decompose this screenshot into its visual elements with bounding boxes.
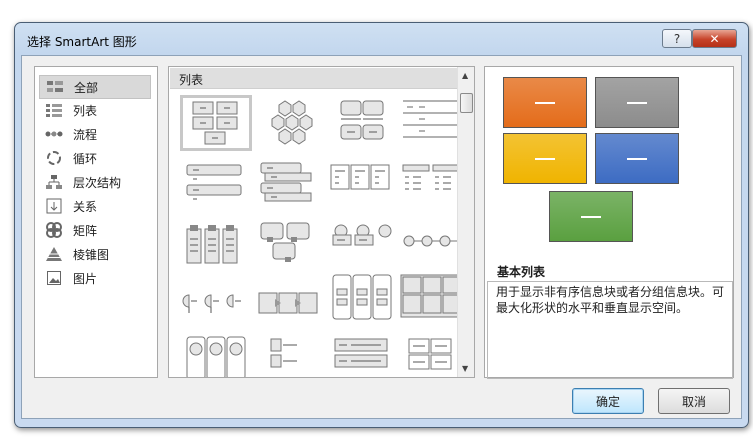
category-item-matrix[interactable]: 矩阵 (39, 219, 149, 241)
ok-button[interactable]: 确定 (572, 388, 644, 414)
all-icon (46, 79, 64, 95)
layout-gallery: 列表 ▲ ▼ (168, 66, 475, 378)
layout-picture-caption-list[interactable] (255, 219, 323, 271)
category-list: 全部 列表 流程 循环 层次结构 关系 矩阵 棱锥图 图片 (34, 66, 158, 378)
layout-stacked-boxes[interactable] (329, 97, 397, 149)
category-label: 层次结构 (73, 175, 122, 190)
cancel-button[interactable]: 取消 (658, 388, 730, 414)
layout-circle-picture-list[interactable] (181, 335, 249, 377)
matrix-icon (45, 222, 63, 238)
help-button[interactable]: ? (662, 29, 692, 48)
layout-arrow-process-list[interactable] (255, 279, 323, 331)
pyramid-icon (45, 246, 63, 262)
category-item-list[interactable]: 列表 (39, 99, 149, 121)
layout-stacked-list[interactable] (255, 159, 323, 211)
process-icon (45, 126, 63, 142)
layout-hexagon-cluster[interactable] (259, 97, 327, 149)
category-item-hierarchy[interactable]: 层次结构 (39, 171, 149, 193)
category-label: 流程 (73, 127, 98, 142)
category-label: 循环 (73, 151, 98, 166)
layout-vertical-bullet-list[interactable] (181, 159, 249, 211)
layout-basic-list[interactable] (180, 95, 252, 151)
layout-trapezoid-list[interactable] (327, 335, 395, 377)
layout-circle-accent-list[interactable] (327, 219, 395, 271)
category-item-pyramid[interactable]: 棱锥图 (39, 243, 149, 265)
gallery-header: 列表 (170, 68, 458, 89)
layout-tab-list[interactable] (327, 273, 395, 325)
category-label: 全部 (74, 80, 99, 95)
preview-box-gray (595, 77, 679, 128)
layout-grouped-list[interactable] (327, 159, 395, 211)
picture-icon (45, 270, 63, 286)
category-item-cycle[interactable]: 循环 (39, 147, 149, 169)
relationship-icon (45, 198, 63, 214)
preview-box-orange (503, 77, 587, 128)
layout-bracket-list[interactable] (255, 335, 323, 377)
gallery-scrollbar[interactable]: ▲ ▼ (457, 67, 474, 377)
window-title: 选择 SmartArt 图形 (27, 35, 137, 49)
scroll-thumb[interactable] (460, 93, 473, 113)
scroll-up-icon[interactable]: ▲ (462, 71, 468, 80)
hierarchy-icon (45, 174, 63, 190)
scroll-down-icon[interactable]: ▼ (462, 364, 468, 373)
cycle-icon (45, 150, 63, 166)
category-item-picture[interactable]: 图片 (39, 267, 149, 289)
category-item-relationship[interactable]: 关系 (39, 195, 149, 217)
category-label: 列表 (73, 103, 98, 118)
smartart-dialog: 选择 SmartArt 图形 ? ✕ 全部 列表 流程 循环 层次结构 关系 矩… (14, 22, 749, 428)
category-label: 矩阵 (73, 223, 98, 238)
layout-half-circle-list[interactable] (181, 279, 249, 331)
layout-vertical-box-list[interactable] (181, 219, 249, 271)
list-icon (45, 102, 63, 118)
gallery-header-label: 列表 (179, 73, 204, 87)
close-button[interactable]: ✕ (692, 29, 737, 48)
preview-title: 基本列表 (497, 265, 546, 279)
preview-box-green (549, 191, 633, 242)
category-label: 棱锥图 (73, 247, 110, 262)
category-label: 关系 (73, 199, 98, 214)
category-item-process[interactable]: 流程 (39, 123, 149, 145)
dialog-body: 全部 列表 流程 循环 层次结构 关系 矩阵 棱锥图 图片 列表 ▲ ▼ 基本列… (21, 55, 742, 419)
preview-box-blue (595, 133, 679, 184)
category-label: 图片 (73, 271, 98, 286)
category-item-all[interactable]: 全部 (39, 75, 151, 99)
preview-description: 用于显示非有序信息块或者分组信息块。可最大化形状的水平和垂直显示空间。 (487, 281, 733, 379)
preview-panel: 基本列表 用于显示非有序信息块或者分组信息块。可最大化形状的水平和垂直显示空间。 (484, 66, 734, 379)
preview-box-yellow (503, 133, 587, 184)
